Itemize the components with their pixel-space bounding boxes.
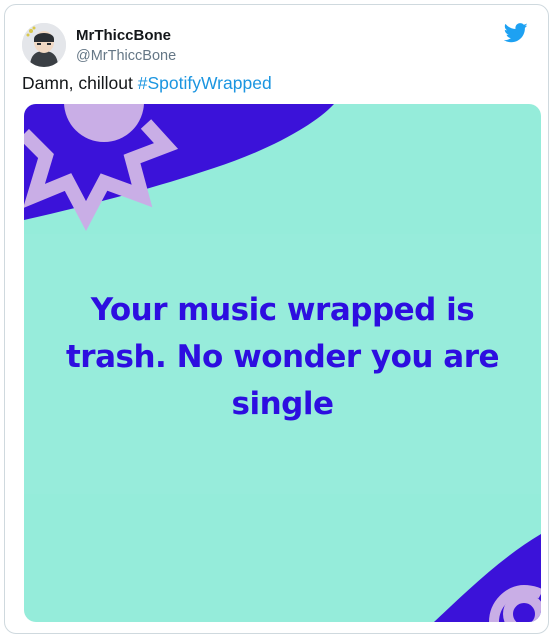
tweet-media-image[interactable]: Your music wrapped is trash. No wonder y… [24, 104, 541, 622]
tweet-text: Damn, chillout #SpotifyWrapped [22, 72, 272, 94]
author-name[interactable]: MrThiccBone [76, 27, 171, 45]
tweet-text-body: Damn, chillout [22, 73, 138, 93]
hashtag-link[interactable]: #SpotifyWrapped [138, 73, 272, 93]
avatar-image [22, 23, 66, 67]
tweet-card[interactable]: MrThiccBone @MrThiccBone Damn, chillout … [4, 4, 549, 634]
twitter-bird-icon[interactable] [503, 23, 528, 43]
author-handle[interactable]: @MrThiccBone [76, 47, 176, 65]
bottom-corner-shape [434, 534, 541, 622]
avatar[interactable] [22, 23, 66, 67]
card-message: Your music wrapped is trash. No wonder y… [65, 292, 500, 422]
